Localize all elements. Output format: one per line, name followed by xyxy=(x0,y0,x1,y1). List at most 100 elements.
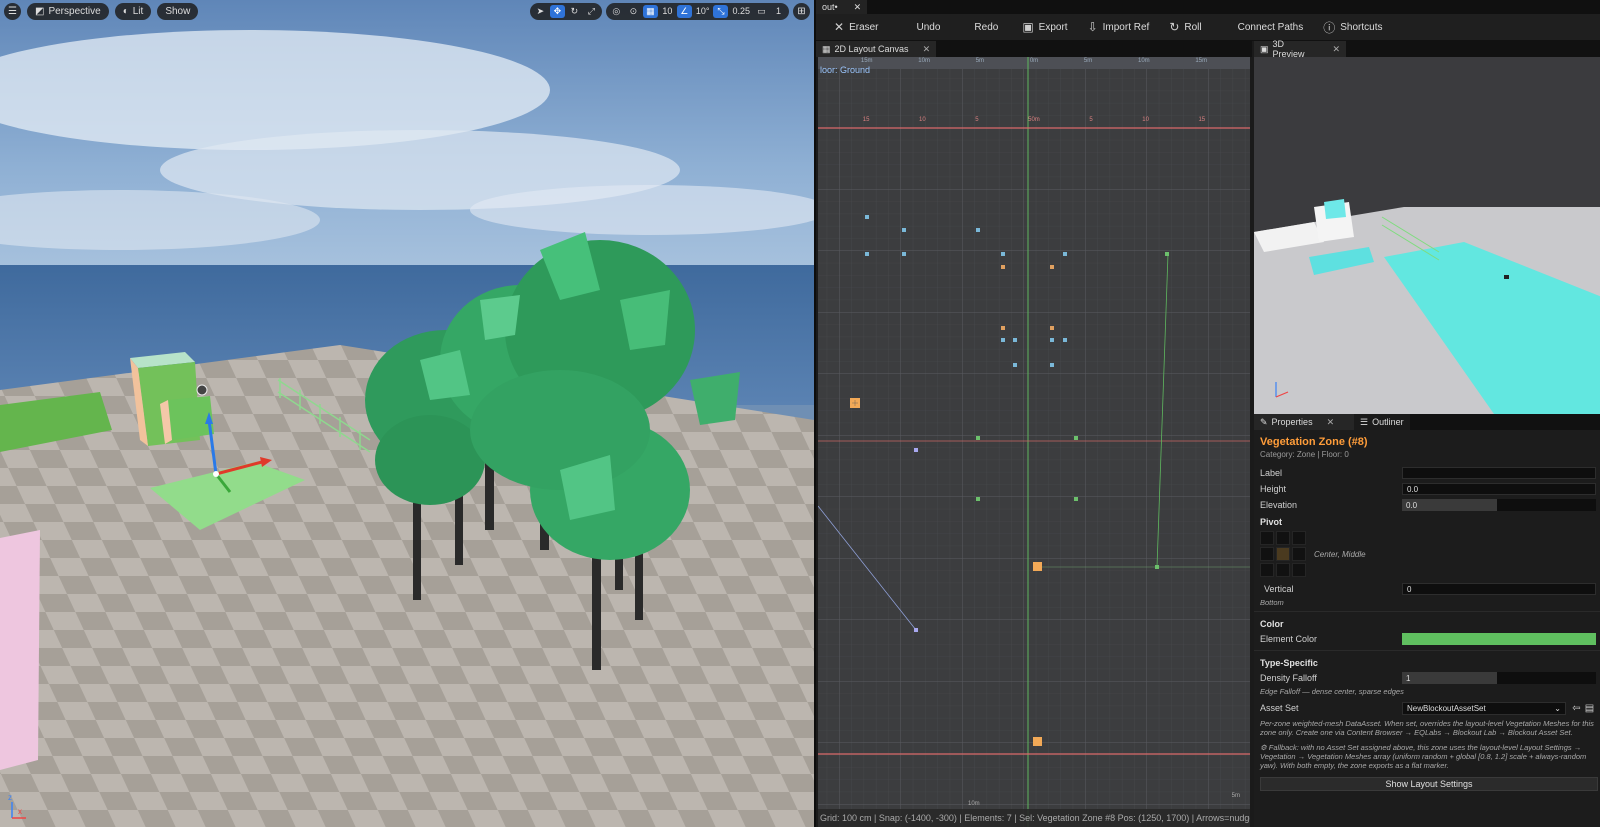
surface-snap-icon[interactable]: ⊙ xyxy=(626,5,641,18)
pivot-top-right[interactable] xyxy=(1292,531,1306,545)
section-divider xyxy=(1254,611,1600,612)
ruler-tick: 10 xyxy=(919,117,926,123)
export-label: Export xyxy=(1038,21,1068,33)
canvas-status-bar: Grid: 100 cm | Snap: (-1400, -300) | Ele… xyxy=(818,809,1250,827)
color-section-label: Color xyxy=(1260,619,1284,629)
elevation-field[interactable]: 0.0 xyxy=(1402,499,1596,511)
shortcuts-button[interactable]: ⓘ Shortcuts xyxy=(1313,16,1392,38)
ruler-tick: 5m xyxy=(975,58,985,64)
scale-snap-icon[interactable]: ⤡ xyxy=(713,4,729,18)
lit-label: Lit xyxy=(132,5,144,17)
preview-tab-label: 3D Preview xyxy=(1272,39,1305,59)
lit-button[interactable]: ◐ Lit xyxy=(114,2,152,20)
pivot-top-left[interactable] xyxy=(1260,531,1274,545)
save-icon: ▣ xyxy=(1022,20,1034,34)
camera-speed-value[interactable]: 1 xyxy=(771,5,786,18)
close-icon[interactable]: ✕ xyxy=(923,44,931,55)
show-label: Show xyxy=(165,5,191,17)
close-icon[interactable]: ✕ xyxy=(854,2,862,13)
chevron-down-icon: ⌄ xyxy=(1554,703,1561,713)
section-divider xyxy=(1254,650,1600,651)
undo-button[interactable]: Undo xyxy=(907,16,951,38)
label-field[interactable] xyxy=(1402,467,1596,479)
document-tab[interactable]: out• ✕ xyxy=(816,0,868,14)
select-tool-icon[interactable]: ➤ xyxy=(533,5,548,18)
show-layout-settings-button[interactable]: Show Layout Settings xyxy=(1260,777,1598,791)
label-row: Label xyxy=(1254,465,1600,481)
pivot-bottom-left[interactable] xyxy=(1260,563,1274,577)
ruler-tick: 15m xyxy=(860,58,873,64)
ruler-tick: 10 xyxy=(1142,117,1149,123)
export-button[interactable]: ▣ Export xyxy=(1012,16,1077,38)
redo-button[interactable]: Redo xyxy=(964,16,1008,38)
density-row: Density Falloff 1 xyxy=(1254,670,1600,686)
grid-snap-value[interactable]: 10 xyxy=(660,5,675,18)
density-field[interactable]: 1 xyxy=(1402,672,1596,684)
element-color-swatch[interactable] xyxy=(1402,633,1596,645)
roll-icon: ↻ xyxy=(1169,20,1180,34)
outliner-tab[interactable]: ☰ Outliner xyxy=(1354,414,1410,430)
close-icon[interactable]: ✕ xyxy=(1332,44,1340,55)
world-space-icon[interactable]: ◎ xyxy=(609,5,624,18)
folder-icon[interactable]: ▤ xyxy=(1583,702,1596,715)
ruler-tick: 50m xyxy=(1028,117,1040,123)
eraser-button[interactable]: ✕ Eraser xyxy=(824,16,889,38)
viewport-menu-button[interactable]: ☰ xyxy=(4,2,21,20)
canvas-tab[interactable]: ▦ 2D Layout Canvas ✕ xyxy=(816,41,937,57)
scale-indicator-left: 10m xyxy=(968,801,980,807)
viewport-scene: x z xyxy=(0,0,814,827)
viewport-layout-button[interactable]: ⊞ xyxy=(793,2,810,20)
roll-button[interactable]: ↻ Roll xyxy=(1159,16,1211,38)
ruler-tick: 10m xyxy=(918,58,930,64)
element-color-row: Element Color xyxy=(1254,631,1600,647)
preview-tab[interactable]: ▣ 3D Preview ✕ xyxy=(1254,39,1346,59)
redo-label: Redo xyxy=(974,21,999,33)
canvas-tab-label: 2D Layout Canvas xyxy=(834,44,909,54)
rotation-snap-value[interactable]: 10° xyxy=(694,5,712,18)
vertical-hint: Bottom xyxy=(1260,598,1284,607)
perspective-button[interactable]: ◩ Perspective xyxy=(27,2,109,20)
height-field[interactable]: 0.0 xyxy=(1402,483,1596,495)
fallback-hint: ⚙ Fallback: with no Asset Set assigned a… xyxy=(1260,743,1587,770)
perspective-label: Perspective xyxy=(48,5,101,17)
transform-mode-group: ➤ ✥ ↻ ⤢ xyxy=(529,2,602,20)
pivot-top-center[interactable] xyxy=(1276,531,1290,545)
connect-paths-label: Connect Paths xyxy=(1237,21,1304,33)
element-color-label: Element Color xyxy=(1260,634,1318,644)
close-icon[interactable]: ✕ xyxy=(1327,417,1335,428)
eraser-icon: ✕ xyxy=(834,20,845,34)
show-button[interactable]: Show xyxy=(157,2,199,20)
svg-text:x: x xyxy=(18,807,22,816)
density-slider-fill xyxy=(1402,672,1498,684)
scale-tool-icon[interactable]: ⤢ xyxy=(584,5,599,18)
pivot-bottom-right[interactable] xyxy=(1292,563,1306,577)
layout-grid xyxy=(818,57,1250,827)
ruler-tick: 0m xyxy=(1029,58,1039,64)
connect-paths-button[interactable]: Connect Paths xyxy=(1228,16,1314,38)
pivot-selector: Center, Middle xyxy=(1254,529,1600,579)
pivot-label: Pivot xyxy=(1260,517,1283,527)
grid-snap-icon[interactable]: ▦ xyxy=(642,4,658,18)
pivot-bottom-center[interactable] xyxy=(1276,563,1290,577)
camera-speed-icon[interactable]: ▭ xyxy=(754,5,769,18)
properties-tab[interactable]: ✎ Properties ✕ xyxy=(1254,414,1354,430)
browse-icon[interactable]: ⇦ xyxy=(1570,702,1583,715)
preview-tab-icon: ▣ xyxy=(1260,43,1269,54)
scale-snap-value[interactable]: 0.25 xyxy=(730,5,752,18)
density-label: Density Falloff xyxy=(1260,673,1317,683)
asset-set-dropdown[interactable]: NewBlockoutAssetSet ⌄ xyxy=(1402,701,1566,715)
pivot-middle-left[interactable] xyxy=(1260,547,1274,561)
move-tool-icon[interactable]: ✥ xyxy=(549,4,565,18)
level-viewport[interactable]: x z ☰ ◩ Perspective ◐ Lit Show ➤ ✥ ↻ ⤢ ◎ ⊙… xyxy=(0,0,814,827)
pivot-middle-right[interactable] xyxy=(1292,547,1306,561)
import-ref-button[interactable]: ⇩ Import Ref xyxy=(1078,16,1160,38)
rotation-snap-icon[interactable]: ∠ xyxy=(676,4,692,18)
undo-label: Undo xyxy=(916,21,941,33)
layout-canvas[interactable]: loor: Ground 15m 10m 5m 0m 5m 10m 15m 15… xyxy=(818,57,1250,827)
rotate-tool-icon[interactable]: ↻ xyxy=(567,5,582,18)
preview-viewport[interactable] xyxy=(1254,57,1600,414)
vertical-field[interactable]: 0 xyxy=(1402,583,1596,595)
roll-label: Roll xyxy=(1184,21,1202,33)
layout-icon: ⊞ xyxy=(797,5,806,17)
pivot-center-middle[interactable] xyxy=(1276,547,1290,561)
